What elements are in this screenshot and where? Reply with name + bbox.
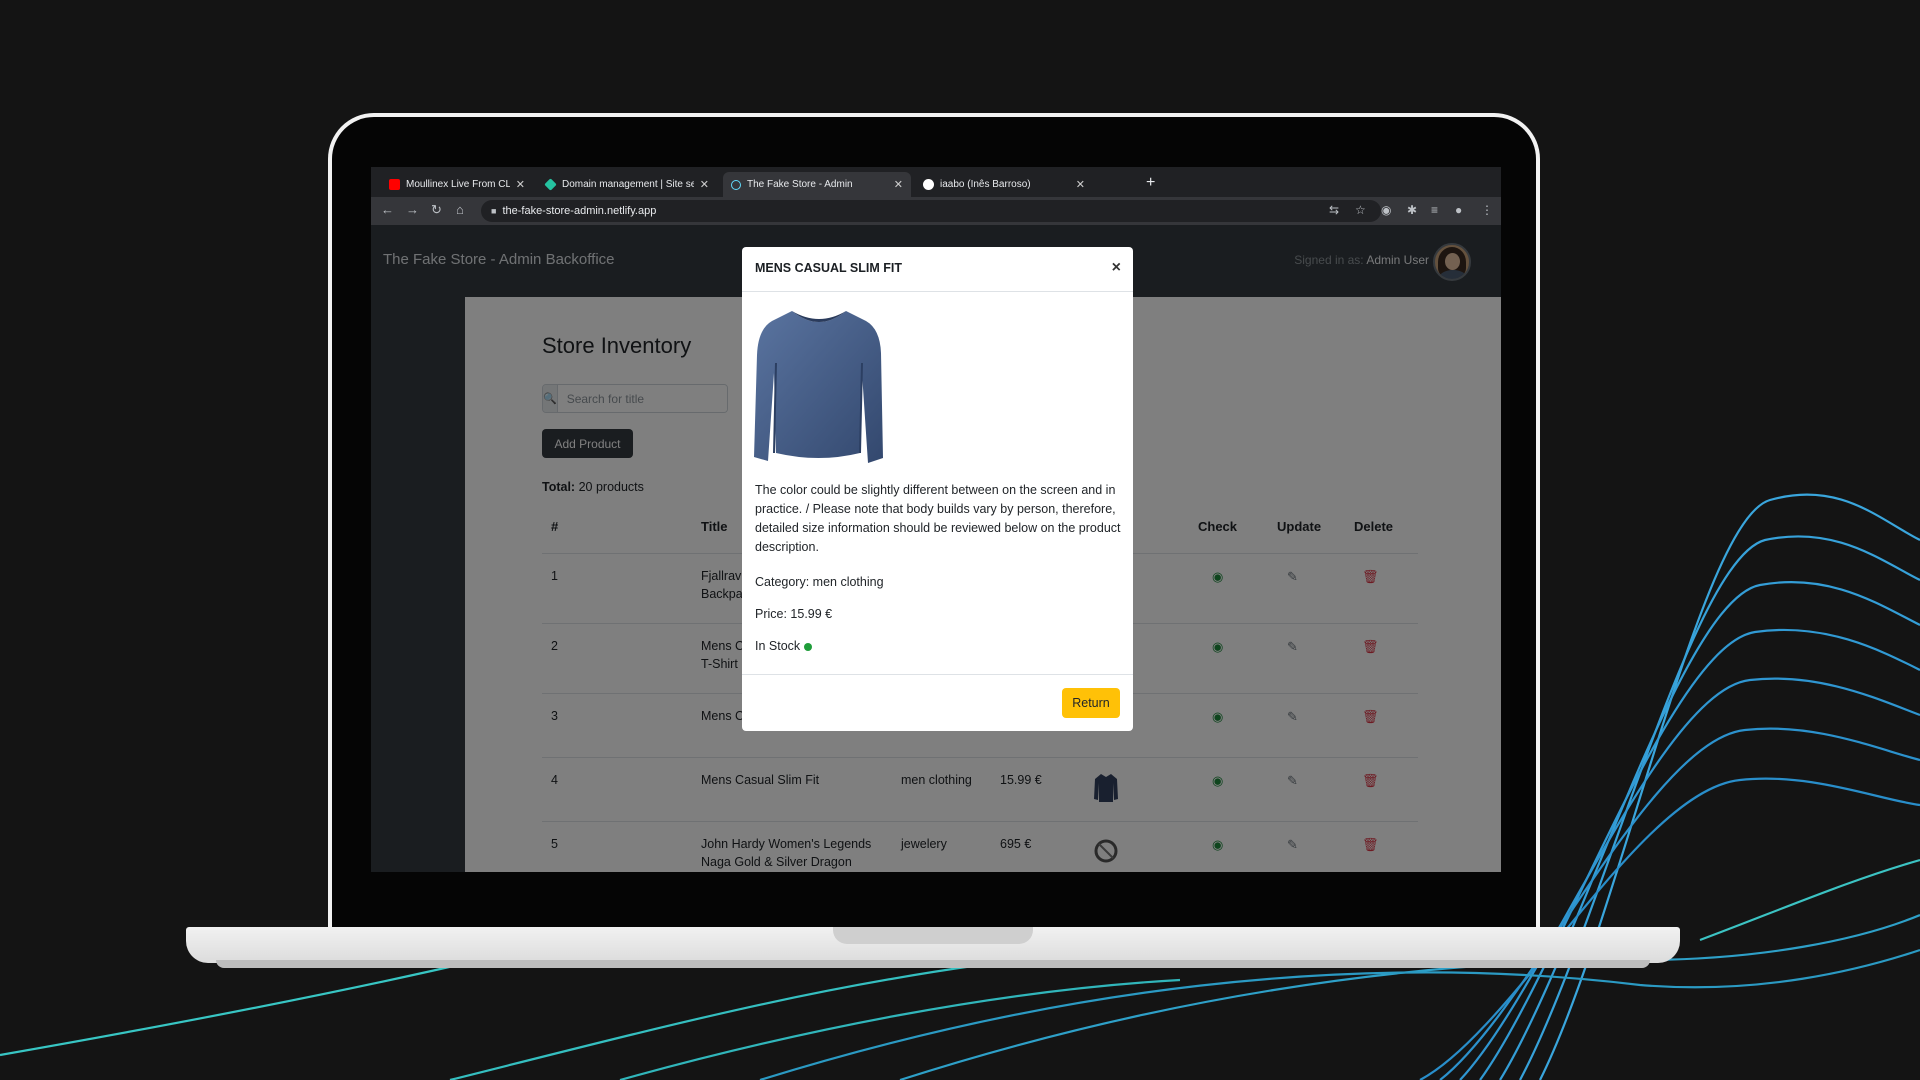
forward-icon[interactable]: →: [406, 202, 419, 217]
return-button[interactable]: Return: [1062, 688, 1120, 718]
modal-category: Category: men clothing: [755, 575, 884, 589]
tab-github[interactable]: iaabo (Inês Barroso) ✕: [915, 172, 1093, 197]
close-icon[interactable]: ✕: [516, 178, 525, 191]
bookmark-star-icon[interactable]: ☆: [1355, 203, 1366, 217]
modal-title: MENS CASUAL SLIM FIT: [755, 261, 902, 275]
react-icon: [731, 179, 741, 190]
home-icon[interactable]: ⌂: [456, 202, 464, 217]
stock-status: In Stock: [755, 637, 1121, 656]
lock-icon: ■: [491, 206, 497, 216]
app-page: The Fake Store - Admin Backoffice Signed…: [371, 225, 1501, 872]
modal-header: MENS CASUAL SLIM FIT ×: [742, 247, 1133, 292]
translate-icon[interactable]: ⇆: [1329, 203, 1339, 217]
color-picker-icon[interactable]: ◉: [1381, 203, 1391, 217]
tab-title: Domain management | Site set: [562, 179, 694, 190]
tab-strip: Moullinex Live From CLARA ✕ Domain manag…: [371, 167, 1501, 197]
profile-icon[interactable]: ●: [1455, 203, 1462, 217]
youtube-icon: [389, 179, 400, 190]
close-icon[interactable]: ✕: [1076, 178, 1085, 191]
stock-label: In Stock: [755, 639, 801, 653]
modal-description: The color could be slightly different be…: [755, 483, 1121, 554]
laptop-notch: [833, 927, 1033, 944]
product-image: [754, 311, 883, 463]
github-icon: [923, 179, 934, 190]
tab-fake-store[interactable]: The Fake Store - Admin ✕: [723, 172, 911, 197]
modal-price: Price: 15.99 €: [755, 607, 833, 621]
menu-icon[interactable]: ⋮: [1481, 203, 1493, 217]
tab-title: iaabo (Inês Barroso): [940, 179, 1031, 190]
product-modal: MENS CASUAL SLIM FIT × The color could b…: [742, 247, 1133, 731]
extensions-icon[interactable]: ✱: [1407, 203, 1417, 217]
laptop-lid: Moullinex Live From CLARA ✕ Domain manag…: [328, 113, 1540, 927]
address-bar[interactable]: ■ the-fake-store-admin.netlify.app: [481, 200, 1381, 222]
close-icon[interactable]: ×: [1112, 259, 1121, 277]
close-icon[interactable]: ✕: [894, 178, 903, 191]
back-icon[interactable]: ←: [381, 202, 394, 217]
tab-title: Moullinex Live From CLARA: [406, 179, 510, 190]
stock-dot-icon: [804, 642, 813, 651]
close-icon[interactable]: ✕: [700, 178, 709, 191]
tab-netlify[interactable]: Domain management | Site set ✕: [537, 172, 717, 197]
laptop-foot: [216, 960, 1650, 968]
tab-title: The Fake Store - Admin: [747, 179, 853, 190]
new-tab-button[interactable]: +: [1146, 174, 1155, 192]
browser-window: Moullinex Live From CLARA ✕ Domain manag…: [371, 167, 1501, 872]
url-text: the-fake-store-admin.netlify.app: [502, 205, 657, 217]
reload-icon[interactable]: ↻: [431, 202, 442, 218]
tab-youtube[interactable]: Moullinex Live From CLARA ✕: [381, 172, 533, 197]
netlify-icon: [544, 178, 557, 191]
browser-toolbar: ← → ↻ ⌂ ■ the-fake-store-admin.netlify.a…: [371, 197, 1501, 225]
media-icon[interactable]: ≡: [1431, 203, 1438, 217]
